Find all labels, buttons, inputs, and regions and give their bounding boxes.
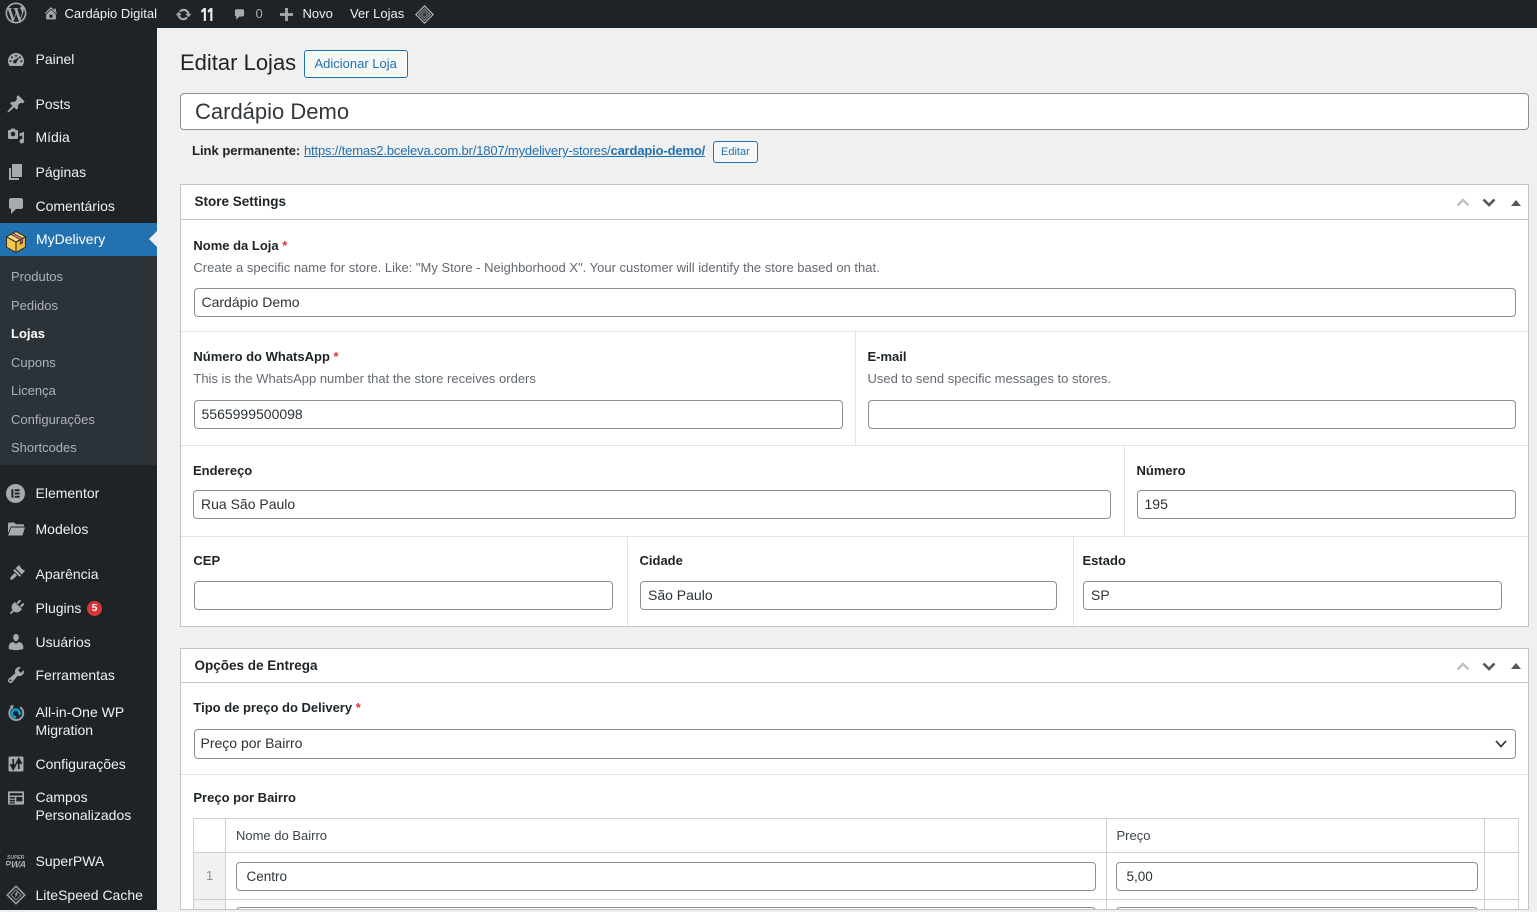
svg-text:PWA: PWA: [6, 859, 27, 870]
